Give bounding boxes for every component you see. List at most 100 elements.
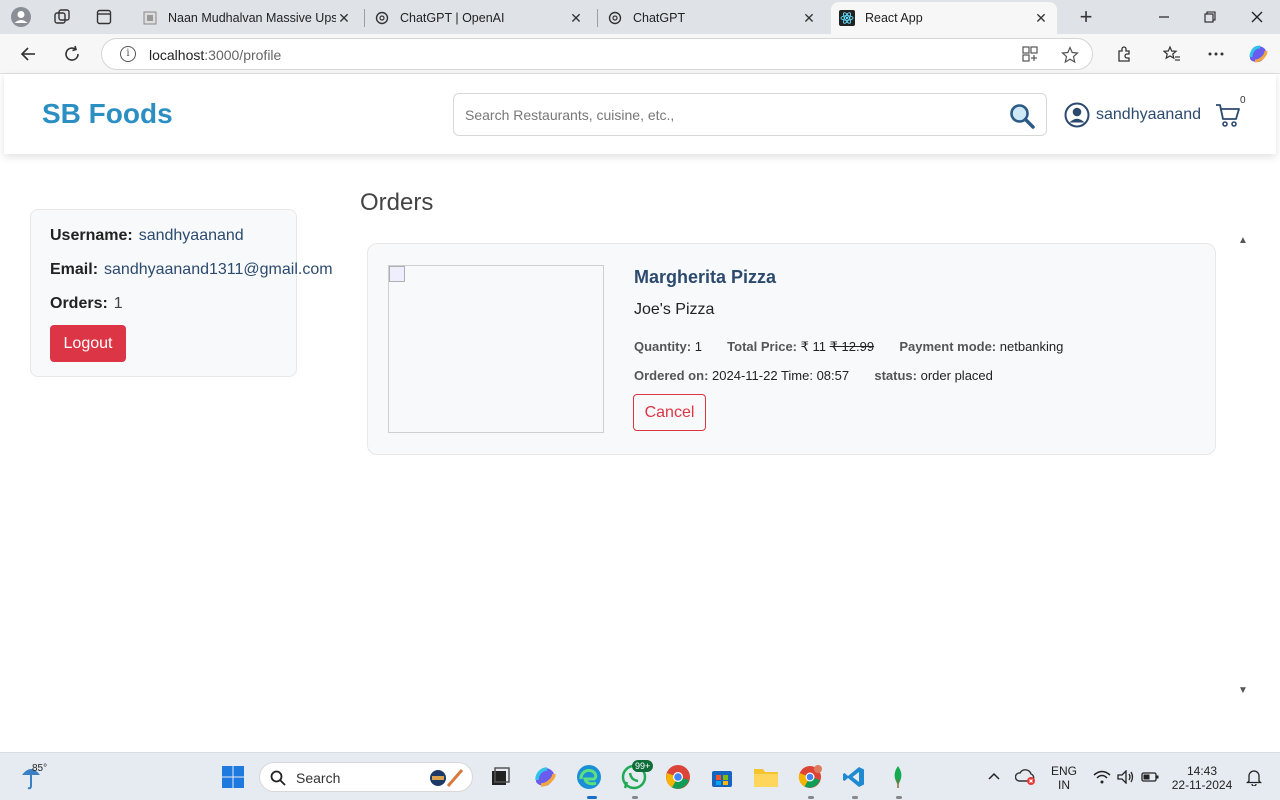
user-circle-icon [1064,102,1090,128]
orders-scrollbar[interactable]: ▲ ▼ [1235,233,1251,696]
taskbar-search-icon [270,770,286,786]
favorites-icon[interactable] [1160,42,1184,66]
tab-title: Naan Mudhalvan Massive Upskill [168,11,336,25]
address-bar[interactable]: i localhost:3000/profile [101,38,1093,70]
search-input[interactable]: Search Restaurants, cuisine, etc., [453,93,1047,136]
windows-taskbar: 85° Search 99+ ENG IN 14:43 22-11-2024 [0,752,1280,800]
original-price-value: ₹ 12.99 [829,339,875,354]
order-item-name: Margherita Pizza [634,267,777,287]
email-value: sandhyaanand1311@gmail.com [104,261,333,278]
web-page: SB Foods Search Restaurants, cuisine, et… [4,74,1276,748]
order-restaurant-name: Joe's Pizza [634,301,715,318]
username-value: sandhyaanand [138,227,244,244]
windows-start-icon[interactable] [219,763,247,791]
tab-chatgpt-openai[interactable]: ChatGPT | OpenAI ✕ [366,2,592,34]
taskbar-search-label: Search [296,770,341,786]
logout-button[interactable]: Logout [50,325,126,362]
scroll-down-arrow-icon[interactable]: ▼ [1238,685,1248,696]
whatsapp-unread-badge: 99+ [632,760,654,772]
scroll-up-arrow-icon[interactable]: ▲ [1238,235,1248,246]
username-row: Username: sandhyaanand [50,227,244,245]
weather-temp: 85° [32,763,48,774]
cricket-search-highlight-icon [430,769,464,787]
brand-logo[interactable]: SB Foods [42,98,173,130]
profile-icon[interactable] [9,6,33,28]
battery-icon[interactable] [1136,763,1164,791]
new-tab-icon[interactable]: + [1074,4,1098,29]
clock[interactable]: 14:43 22-11-2024 [1166,764,1238,792]
back-arrow-icon[interactable] [16,42,40,66]
mongodb-compass-icon[interactable] [884,763,912,791]
order-item-image [388,265,604,433]
clock-date: 22-11-2024 [1171,778,1233,792]
extensions-icon[interactable] [1112,42,1136,66]
close-tab-icon[interactable]: ✕ [801,10,817,27]
payment-mode-value: netbanking [999,339,1064,354]
edge-browser-icon[interactable] [575,763,603,791]
orders-label: Orders: [50,295,108,312]
react-favicon-icon [839,10,855,26]
chrome-profile-icon[interactable] [796,763,824,791]
tab-naan-mudhalvan[interactable]: Naan Mudhalvan Massive Upskill ✕ [134,2,360,34]
favorite-star-icon[interactable] [1061,46,1079,68]
site-info-icon[interactable]: i [120,46,136,62]
payment-mode-label: Payment mode: [899,339,997,354]
whatsapp-running-indicator [632,796,638,799]
tab-actions-icon[interactable] [92,6,116,28]
copilot-taskbar-icon[interactable] [531,763,559,791]
browser-toolbar: i localhost:3000/profile [0,34,1280,74]
notification-bell-icon[interactable] [1240,763,1268,791]
language-indicator[interactable]: ENG IN [1048,764,1080,792]
mongodb-running-indicator [896,796,902,799]
ordered-on-label: Ordered on: [634,368,709,383]
show-hidden-icons-chevron-icon[interactable] [980,763,1008,791]
microsoft-store-icon[interactable] [708,763,736,791]
tab-title: ChatGPT [633,11,686,25]
broken-image-icon [389,266,405,282]
chrome-running-indicator [808,796,814,799]
tab-title: ChatGPT | OpenAI [400,11,505,25]
close-tab-icon[interactable]: ✕ [336,10,352,27]
restore-icon[interactable] [1187,0,1233,34]
status-value: order placed [920,368,993,383]
vscode-running-indicator [852,796,858,799]
edge-running-indicator [587,796,597,799]
openai-favicon-icon [607,10,623,26]
cart-count-badge: 0 [1240,95,1246,106]
onedrive-sync-error-icon[interactable] [1012,763,1040,791]
user-menu[interactable]: sandhyaanand [1064,102,1201,128]
workspaces-icon[interactable] [50,6,74,28]
price-value: ₹ 11 [800,339,827,354]
task-view-icon[interactable] [486,763,514,791]
email-label: Email: [50,261,99,278]
quantity-label: Quantity: [634,339,692,354]
order-card: Margherita Pizza Joe's Pizza Quantity: 1… [367,243,1216,455]
app-available-icon[interactable] [1022,46,1038,66]
minimize-icon[interactable] [1141,0,1187,34]
orders-count-row: Orders: 1 [50,295,123,313]
close-tab-icon[interactable]: ✕ [568,10,584,27]
chrome-icon[interactable] [664,763,692,791]
user-name: sandhyaanand [1096,106,1201,123]
search-icon[interactable] [1008,102,1036,130]
vscode-icon[interactable] [840,763,868,791]
tab-chatgpt[interactable]: ChatGPT ✕ [599,2,825,34]
tab-react-app[interactable]: React App ✕ [831,2,1057,34]
close-tab-icon[interactable]: ✕ [1033,10,1049,27]
taskbar-search-box[interactable]: Search [259,762,473,792]
copilot-icon[interactable] [1246,42,1270,66]
file-explorer-icon[interactable] [752,763,780,791]
status-label: status: [874,368,917,383]
openai-favicon-icon [374,10,390,26]
close-window-icon[interactable] [1234,0,1280,34]
more-options-icon[interactable] [1204,42,1228,66]
url-text[interactable]: localhost:3000/profile [149,47,281,63]
cart-icon[interactable] [1215,102,1241,128]
browser-tab-strip: Naan Mudhalvan Massive Upskill ✕ ChatGPT… [0,0,1280,34]
refresh-icon[interactable] [60,42,84,66]
clock-time: 14:43 [1186,764,1218,778]
order-details-line: Quantity: 1 Total Price: ₹ 11 ₹ 12.99 Pa… [634,339,1063,355]
ordered-on-value: 2024-11-22 Time: 08:57 [712,368,850,383]
email-row: Email: sandhyaanand1311@gmail.com [50,261,333,279]
cancel-order-button[interactable]: Cancel [633,394,706,431]
